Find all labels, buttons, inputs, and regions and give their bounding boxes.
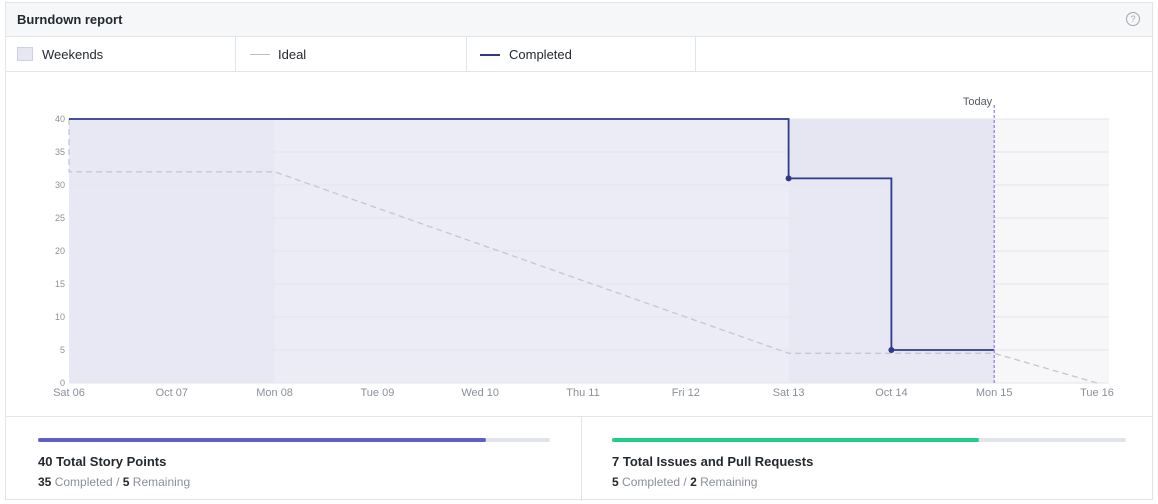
y-tick-label: 40 [55,114,65,124]
story-points-completed-label: Completed / [54,475,120,489]
story-points-progress [38,438,550,442]
story-points-remaining-count: 5 [122,475,130,489]
y-tick-label: 10 [55,312,65,322]
issues-progress-fill [612,438,979,442]
y-tick-label: 20 [55,246,65,256]
y-tick-label: 5 [60,345,65,355]
legend-item-ideal[interactable]: Ideal [236,37,467,72]
issues-completed-count: 5 [612,475,619,489]
y-tick-label: 15 [55,279,65,289]
x-tick-label: Thu 11 [566,387,599,399]
story-points-completed-count: 35 [38,475,52,489]
y-tick-label: 25 [55,213,65,223]
legend-item-completed[interactable]: Completed [467,37,696,72]
x-tick-label: Mon 08 [256,387,293,399]
panel-title: Burndown report [17,12,123,27]
x-tick-label: Tue 16 [1080,387,1114,399]
today-label: Today [963,96,993,108]
chart-legend: Weekends Ideal Completed [6,37,1152,72]
legend-label-ideal: Ideal [278,47,307,62]
weekend-swatch-icon [17,47,33,61]
issues-remaining-label: Remaining [700,475,758,489]
completed-marker [888,347,895,353]
x-tick-label: Tue 09 [360,387,394,399]
x-tick-label: Sat 13 [773,387,805,399]
burndown-chart: 0 5 10 15 20 25 30 35 40 Sat 06 Oct 07 Mon 08 Tue 09… [6,72,1152,417]
x-tick-label: Wed 10 [461,387,499,399]
story-points-title: 40 Total Story Points [38,454,167,469]
y-tick-label: 35 [55,147,65,157]
issues-stat: 7 Total Issues and Pull Requests 5 Compl… [582,417,1152,501]
question-circle-icon[interactable]: ? [1126,12,1140,26]
legend-label-completed: Completed [509,47,572,62]
ideal-line-icon [250,54,270,55]
legend-label-weekends: Weekends [42,47,104,62]
x-tick-label: Oct 07 [156,387,188,399]
issues-remaining-count: 2 [690,475,697,489]
story-points-remaining-label: Remaining [132,475,191,489]
story-points-breakdown: 35 Completed / 5 Remaining [38,475,190,489]
completed-marker [785,175,792,182]
issues-completed-label: Completed / [622,475,687,489]
completed-line-icon [480,54,500,56]
issues-progress [612,438,1126,442]
x-tick-label: Sat 06 [53,387,85,399]
y-tick-label: 30 [55,180,65,190]
story-points-stat: 40 Total Story Points 35 Completed / 5 R… [6,417,581,501]
x-tick-label: Mon 15 [976,387,1013,399]
legend-item-weekends[interactable]: Weekends [6,37,236,72]
stats-row: 40 Total Story Points 35 Completed / 5 R… [6,417,1152,501]
burndown-chart-svg: 0510152025303540Sat 06 Oct 07 Mon 08 Tue 09… [53,96,1114,399]
issues-breakdown: 5 Completed / 2 Remaining [612,475,757,489]
story-points-progress-fill [38,438,486,442]
x-tick-label: Oct 14 [875,387,907,399]
burndown-panel: Burndown report ? Weekends Ideal Complet… [5,2,1153,501]
x-tick-label: Fri 12 [672,387,700,399]
panel-header: Burndown report ? [6,3,1152,37]
issues-title: 7 Total Issues and Pull Requests [612,454,814,469]
